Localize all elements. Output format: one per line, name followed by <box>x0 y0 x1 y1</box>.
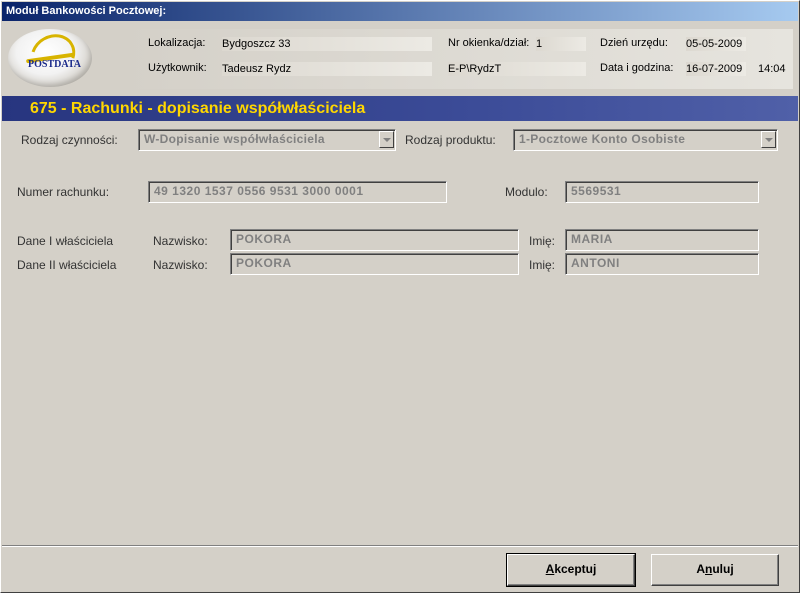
owner1-surname-label: Nazwisko: <box>153 234 208 248</box>
user-id-value: E-P\RydzT <box>448 62 586 76</box>
datetime-label: Data i godzina: <box>600 62 674 74</box>
accept-button[interactable]: Akceptuj <box>506 553 636 587</box>
product-type-label: Rodzaj produktu: <box>405 133 496 147</box>
chevron-down-icon[interactable] <box>379 131 394 148</box>
cancel-button-label: Anuluj <box>696 562 734 576</box>
owner1-label: Dane I właściciela <box>17 234 114 248</box>
date-value: 16-07-2009 <box>686 62 746 76</box>
section-header-bar: 675 - Rachunki - dopisanie współwłaścici… <box>2 96 798 121</box>
user-label: Użytkownik: <box>148 62 207 74</box>
accept-button-label: Akceptuj <box>545 562 597 576</box>
operation-type-select[interactable]: W-Dopisanie współwłaściciela <box>138 129 396 151</box>
owner2-firstname-label: Imię: <box>529 258 556 272</box>
owner2-label: Dane II właściciela <box>17 258 117 272</box>
operation-type-label: Rodzaj czynności: <box>21 133 118 147</box>
window-number-label: Nr okienka/dział: <box>448 37 530 49</box>
user-value: Tadeusz Rydz <box>222 62 432 76</box>
modulo-label: Modulo: <box>505 185 548 199</box>
footer-separator <box>2 545 798 547</box>
window-number-value: 1 <box>536 37 586 51</box>
owner1-surname-field[interactable]: POKORA <box>230 229 519 251</box>
window-titlebar: Moduł Bankowości Pocztowej: <box>2 2 798 21</box>
window-title: Moduł Bankowości Pocztowej: <box>6 5 167 17</box>
product-type-select[interactable]: 1-Pocztowe Konto Osobiste <box>513 129 778 151</box>
session-info-panel: Lokalizacja: Bydgoszcz 33 Nr okienka/dzi… <box>118 29 793 89</box>
account-number-field[interactable]: 49 1320 1537 0556 9531 3000 0001 <box>148 181 447 203</box>
owner2-surname-field[interactable]: POKORA <box>230 253 519 275</box>
office-day-label: Dzień urzędu: <box>600 37 668 49</box>
section-title: 675 - Rachunki - dopisanie współwłaścici… <box>30 100 366 117</box>
modulo-field[interactable]: 5569531 <box>565 181 759 203</box>
account-number-label: Numer rachunku: <box>17 185 110 199</box>
cancel-button[interactable]: Anuluj <box>651 554 779 586</box>
postdata-logo: POSTDATA <box>8 26 92 87</box>
location-label: Lokalizacja: <box>148 37 206 49</box>
header: POSTDATA Lokalizacja: Bydgoszcz 33 Nr ok… <box>2 21 798 96</box>
owner1-firstname-field[interactable]: MARIA <box>565 229 759 251</box>
owner1-firstname-label: Imię: <box>529 234 556 248</box>
chevron-down-icon[interactable] <box>761 131 776 148</box>
location-value: Bydgoszcz 33 <box>222 37 432 51</box>
logo-text: POSTDATA <box>28 59 81 70</box>
office-day-value: 05-05-2009 <box>686 37 746 51</box>
time-value: 14:04 <box>758 63 786 75</box>
owner2-surname-label: Nazwisko: <box>153 258 208 272</box>
owner2-firstname-field[interactable]: ANTONI <box>565 253 759 275</box>
